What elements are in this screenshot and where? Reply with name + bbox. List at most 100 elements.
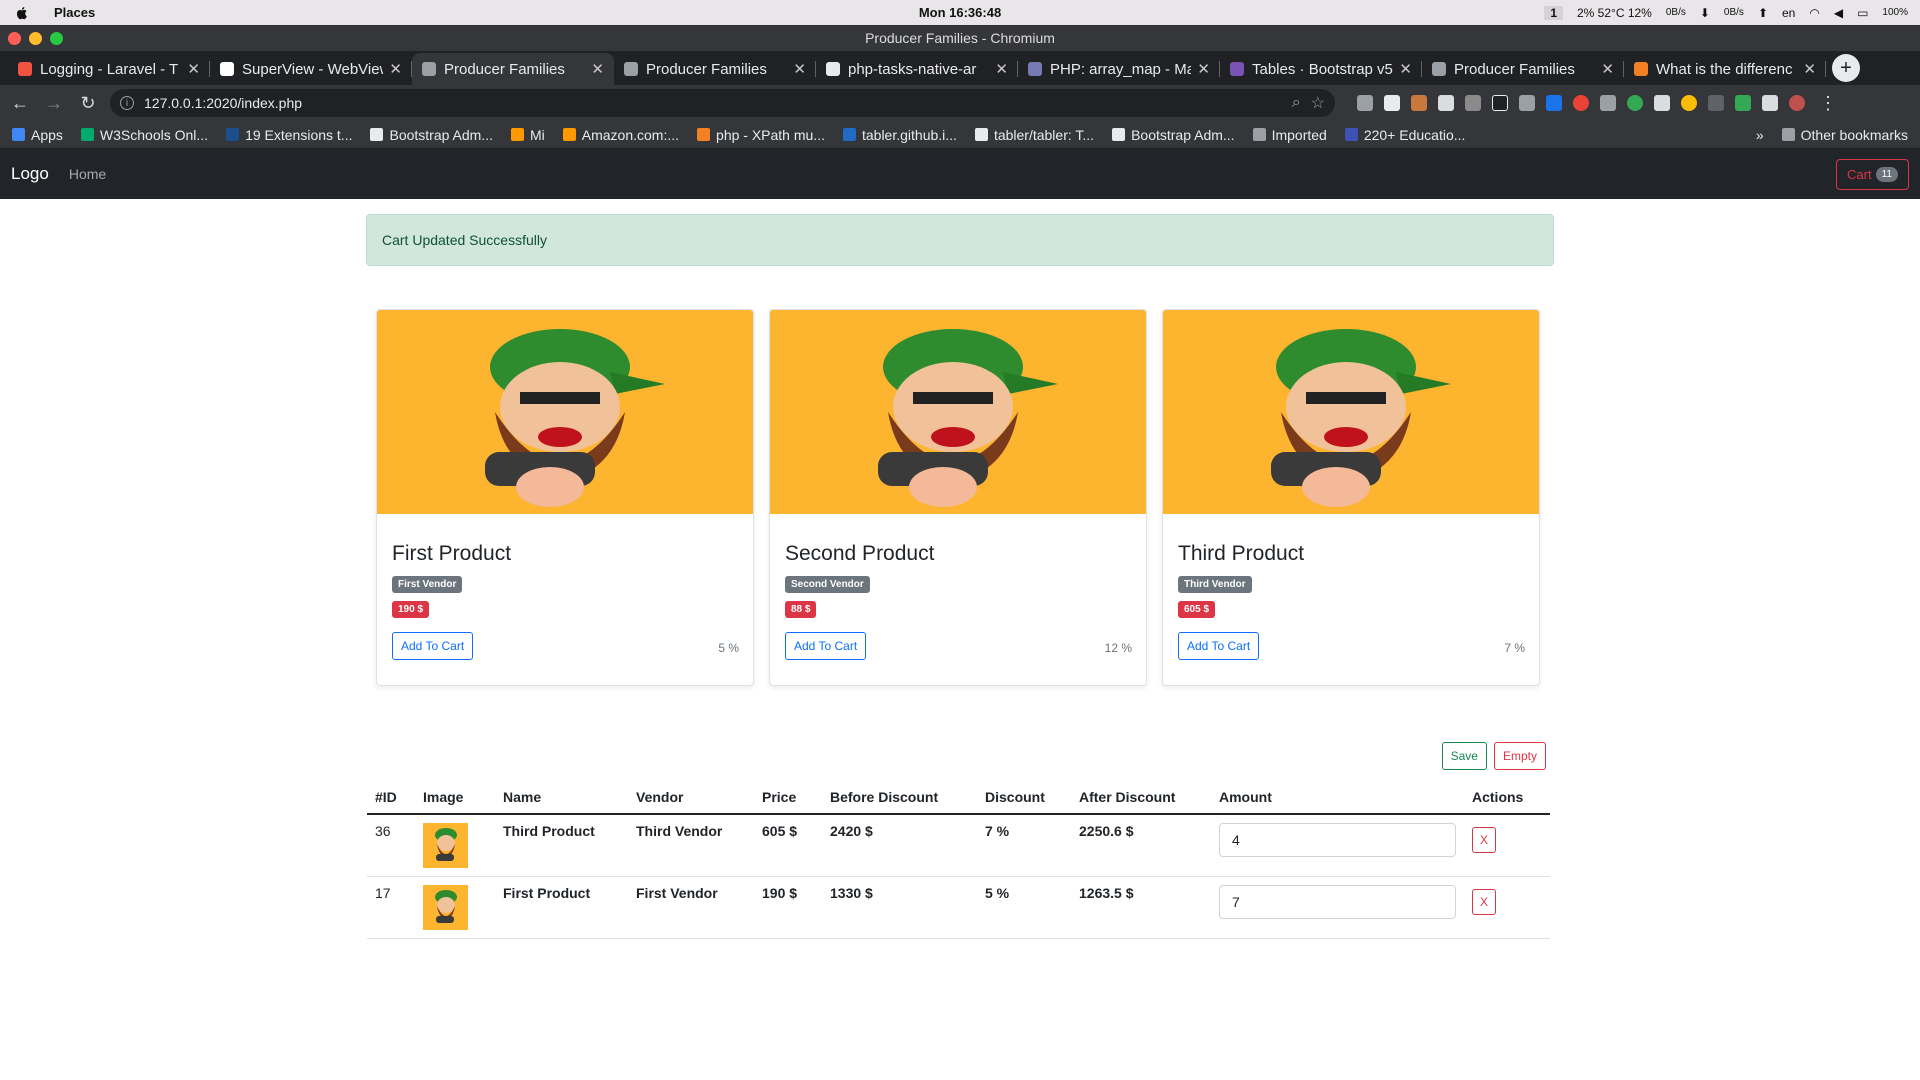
active-app-name[interactable]: Places xyxy=(54,5,95,20)
extension-icon[interactable] xyxy=(1519,95,1535,111)
browser-tab[interactable]: php-tasks-native-ar ✕ xyxy=(816,53,1018,85)
back-icon[interactable]: ← xyxy=(8,93,32,114)
reload-icon[interactable]: ↻ xyxy=(76,93,100,114)
bookmark-item[interactable]: tabler/tabler: T... xyxy=(974,127,1094,143)
new-tab-button[interactable]: + xyxy=(1832,54,1860,82)
tab-favicon-icon xyxy=(1028,62,1042,76)
extension-icon[interactable] xyxy=(1411,95,1427,111)
battery-icon[interactable]: ▭ xyxy=(1857,6,1868,20)
close-tab-icon[interactable]: ✕ xyxy=(591,60,604,78)
bookmark-item[interactable]: 19 Extensions t... xyxy=(226,127,352,143)
battery-level: 100% xyxy=(1882,7,1908,18)
add-to-cart-button[interactable]: Add To Cart xyxy=(392,632,474,660)
close-tab-icon[interactable]: ✕ xyxy=(187,60,200,78)
avatar[interactable] xyxy=(1789,95,1805,111)
forward-icon[interactable]: → xyxy=(42,93,66,114)
product-title[interactable]: Third Product xyxy=(1178,542,1524,566)
bookmark-item[interactable]: php - XPath mu... xyxy=(697,127,825,143)
browser-tab[interactable]: Producer Families ✕ xyxy=(614,53,816,85)
tab-title: Producer Families xyxy=(1454,60,1575,78)
web-page: Logo Home Cart 11 Cart Updated Successfu… xyxy=(0,149,1920,1074)
workspace-indicator[interactable]: 1 xyxy=(1544,5,1563,20)
bookmark-item[interactable]: Bootstrap Adm... xyxy=(1112,127,1235,143)
close-tab-icon[interactable]: ✕ xyxy=(1601,60,1614,78)
maximize-window-button[interactable] xyxy=(50,31,63,45)
wifi-icon[interactable]: ◠ xyxy=(1809,6,1819,20)
close-tab-icon[interactable]: ✕ xyxy=(389,60,402,78)
extension-icon[interactable] xyxy=(1708,95,1724,111)
zoom-icon[interactable]: ⌕ xyxy=(1292,94,1301,112)
remove-item-button[interactable]: X xyxy=(1472,827,1497,853)
nav-home-link[interactable]: Home xyxy=(69,166,106,182)
browser-tab[interactable]: PHP: array_map - Ma ✕ xyxy=(1018,53,1220,85)
bookmark-item[interactable]: Mi xyxy=(510,127,545,143)
cell-image xyxy=(415,814,495,877)
close-tab-icon[interactable]: ✕ xyxy=(995,60,1008,78)
extension-icon[interactable] xyxy=(1627,95,1643,111)
browser-tab[interactable]: Tables · Bootstrap v5 ✕ xyxy=(1220,53,1422,85)
browser-tab-active[interactable]: Producer Families ✕ xyxy=(412,53,614,85)
product-title[interactable]: First Product xyxy=(392,542,738,566)
browser-tab[interactable]: What is the differenc ✕ xyxy=(1624,53,1826,85)
bookmark-item[interactable]: Amazon.com:... xyxy=(562,127,679,143)
product-image xyxy=(770,310,1146,514)
column-header: Name xyxy=(495,781,628,815)
product-card: Second Product Second Vendor 88 $ Add To… xyxy=(769,309,1147,686)
column-header: Discount xyxy=(977,781,1071,815)
save-button[interactable]: Save xyxy=(1441,742,1487,770)
address-bar[interactable]: i 127.0.0.1:2020/index.php ⌕ ☆ xyxy=(110,89,1335,117)
close-tab-icon[interactable]: ✕ xyxy=(1197,60,1210,78)
site-info-icon[interactable]: i xyxy=(120,96,134,110)
chevron-right-icon[interactable]: » xyxy=(1756,127,1764,143)
bookmark-item[interactable]: Bootstrap Adm... xyxy=(370,127,493,143)
camera-icon[interactable] xyxy=(1600,95,1616,111)
bookmark-item[interactable]: tabler.github.i... xyxy=(842,127,957,143)
cart-button[interactable]: Cart 11 xyxy=(1836,158,1909,190)
bearded-gamer-thumb xyxy=(434,827,457,861)
main-container: Cart Updated Successfully First Product … xyxy=(366,214,1554,939)
extension-icon[interactable] xyxy=(1492,95,1508,111)
apple-icon[interactable] xyxy=(14,5,30,21)
browser-tab[interactable]: Logging - Laravel - T ✕ xyxy=(8,53,210,85)
extension-icon[interactable] xyxy=(1735,95,1751,111)
bookmark-item[interactable]: 220+ Educatio... xyxy=(1344,127,1465,143)
close-window-button[interactable] xyxy=(8,31,21,45)
bookmark-item[interactable]: Apps xyxy=(12,127,63,143)
bookmark-folder[interactable]: Imported xyxy=(1252,127,1327,143)
close-tab-icon[interactable]: ✕ xyxy=(1803,60,1816,78)
site-logo[interactable]: Logo xyxy=(11,164,49,184)
browser-tab[interactable]: Producer Families ✕ xyxy=(1422,53,1624,85)
amount-input[interactable] xyxy=(1219,885,1456,919)
more-vertical-icon[interactable]: ⋮ xyxy=(1816,93,1840,114)
system-stats: 2% 52°C 12% xyxy=(1577,5,1652,20)
extension-icon[interactable] xyxy=(1438,95,1454,111)
empty-cart-button[interactable]: Empty xyxy=(1493,742,1546,770)
browser-tab[interactable]: SuperView - WebView ✕ xyxy=(210,53,412,85)
amount-input[interactable] xyxy=(1219,823,1456,857)
extension-icon[interactable] xyxy=(1573,95,1589,111)
bookmark-item[interactable]: W3Schools Onl... xyxy=(80,127,208,143)
extension-icon[interactable] xyxy=(1546,95,1562,111)
system-clock[interactable]: Mon 16:36:48 xyxy=(919,5,1001,20)
extension-icon[interactable] xyxy=(1654,95,1670,111)
extension-icon[interactable] xyxy=(1357,95,1373,111)
address-url[interactable]: 127.0.0.1:2020/index.php xyxy=(144,95,1282,111)
bookmark-star-icon[interactable]: ☆ xyxy=(1311,93,1325,113)
extension-icon[interactable] xyxy=(1465,95,1481,111)
tab-favicon-icon xyxy=(18,62,32,76)
other-bookmarks-folder[interactable]: Other bookmarks xyxy=(1781,127,1908,143)
color-picker-icon[interactable] xyxy=(1681,95,1697,111)
add-to-cart-button[interactable]: Add To Cart xyxy=(785,632,867,660)
add-to-cart-button[interactable]: Add To Cart xyxy=(1178,632,1260,660)
cell-actions: X xyxy=(1464,814,1550,877)
tab-favicon-icon xyxy=(1230,62,1244,76)
volume-icon[interactable]: ◀ xyxy=(1834,6,1843,20)
input-language[interactable]: en xyxy=(1782,6,1795,20)
remove-item-button[interactable]: X xyxy=(1472,889,1497,915)
minimize-window-button[interactable] xyxy=(29,31,42,45)
product-title[interactable]: Second Product xyxy=(785,542,1131,566)
puzzle-icon[interactable] xyxy=(1762,95,1778,111)
close-tab-icon[interactable]: ✕ xyxy=(793,60,806,78)
extension-icon[interactable] xyxy=(1384,95,1400,111)
close-tab-icon[interactable]: ✕ xyxy=(1399,60,1412,78)
